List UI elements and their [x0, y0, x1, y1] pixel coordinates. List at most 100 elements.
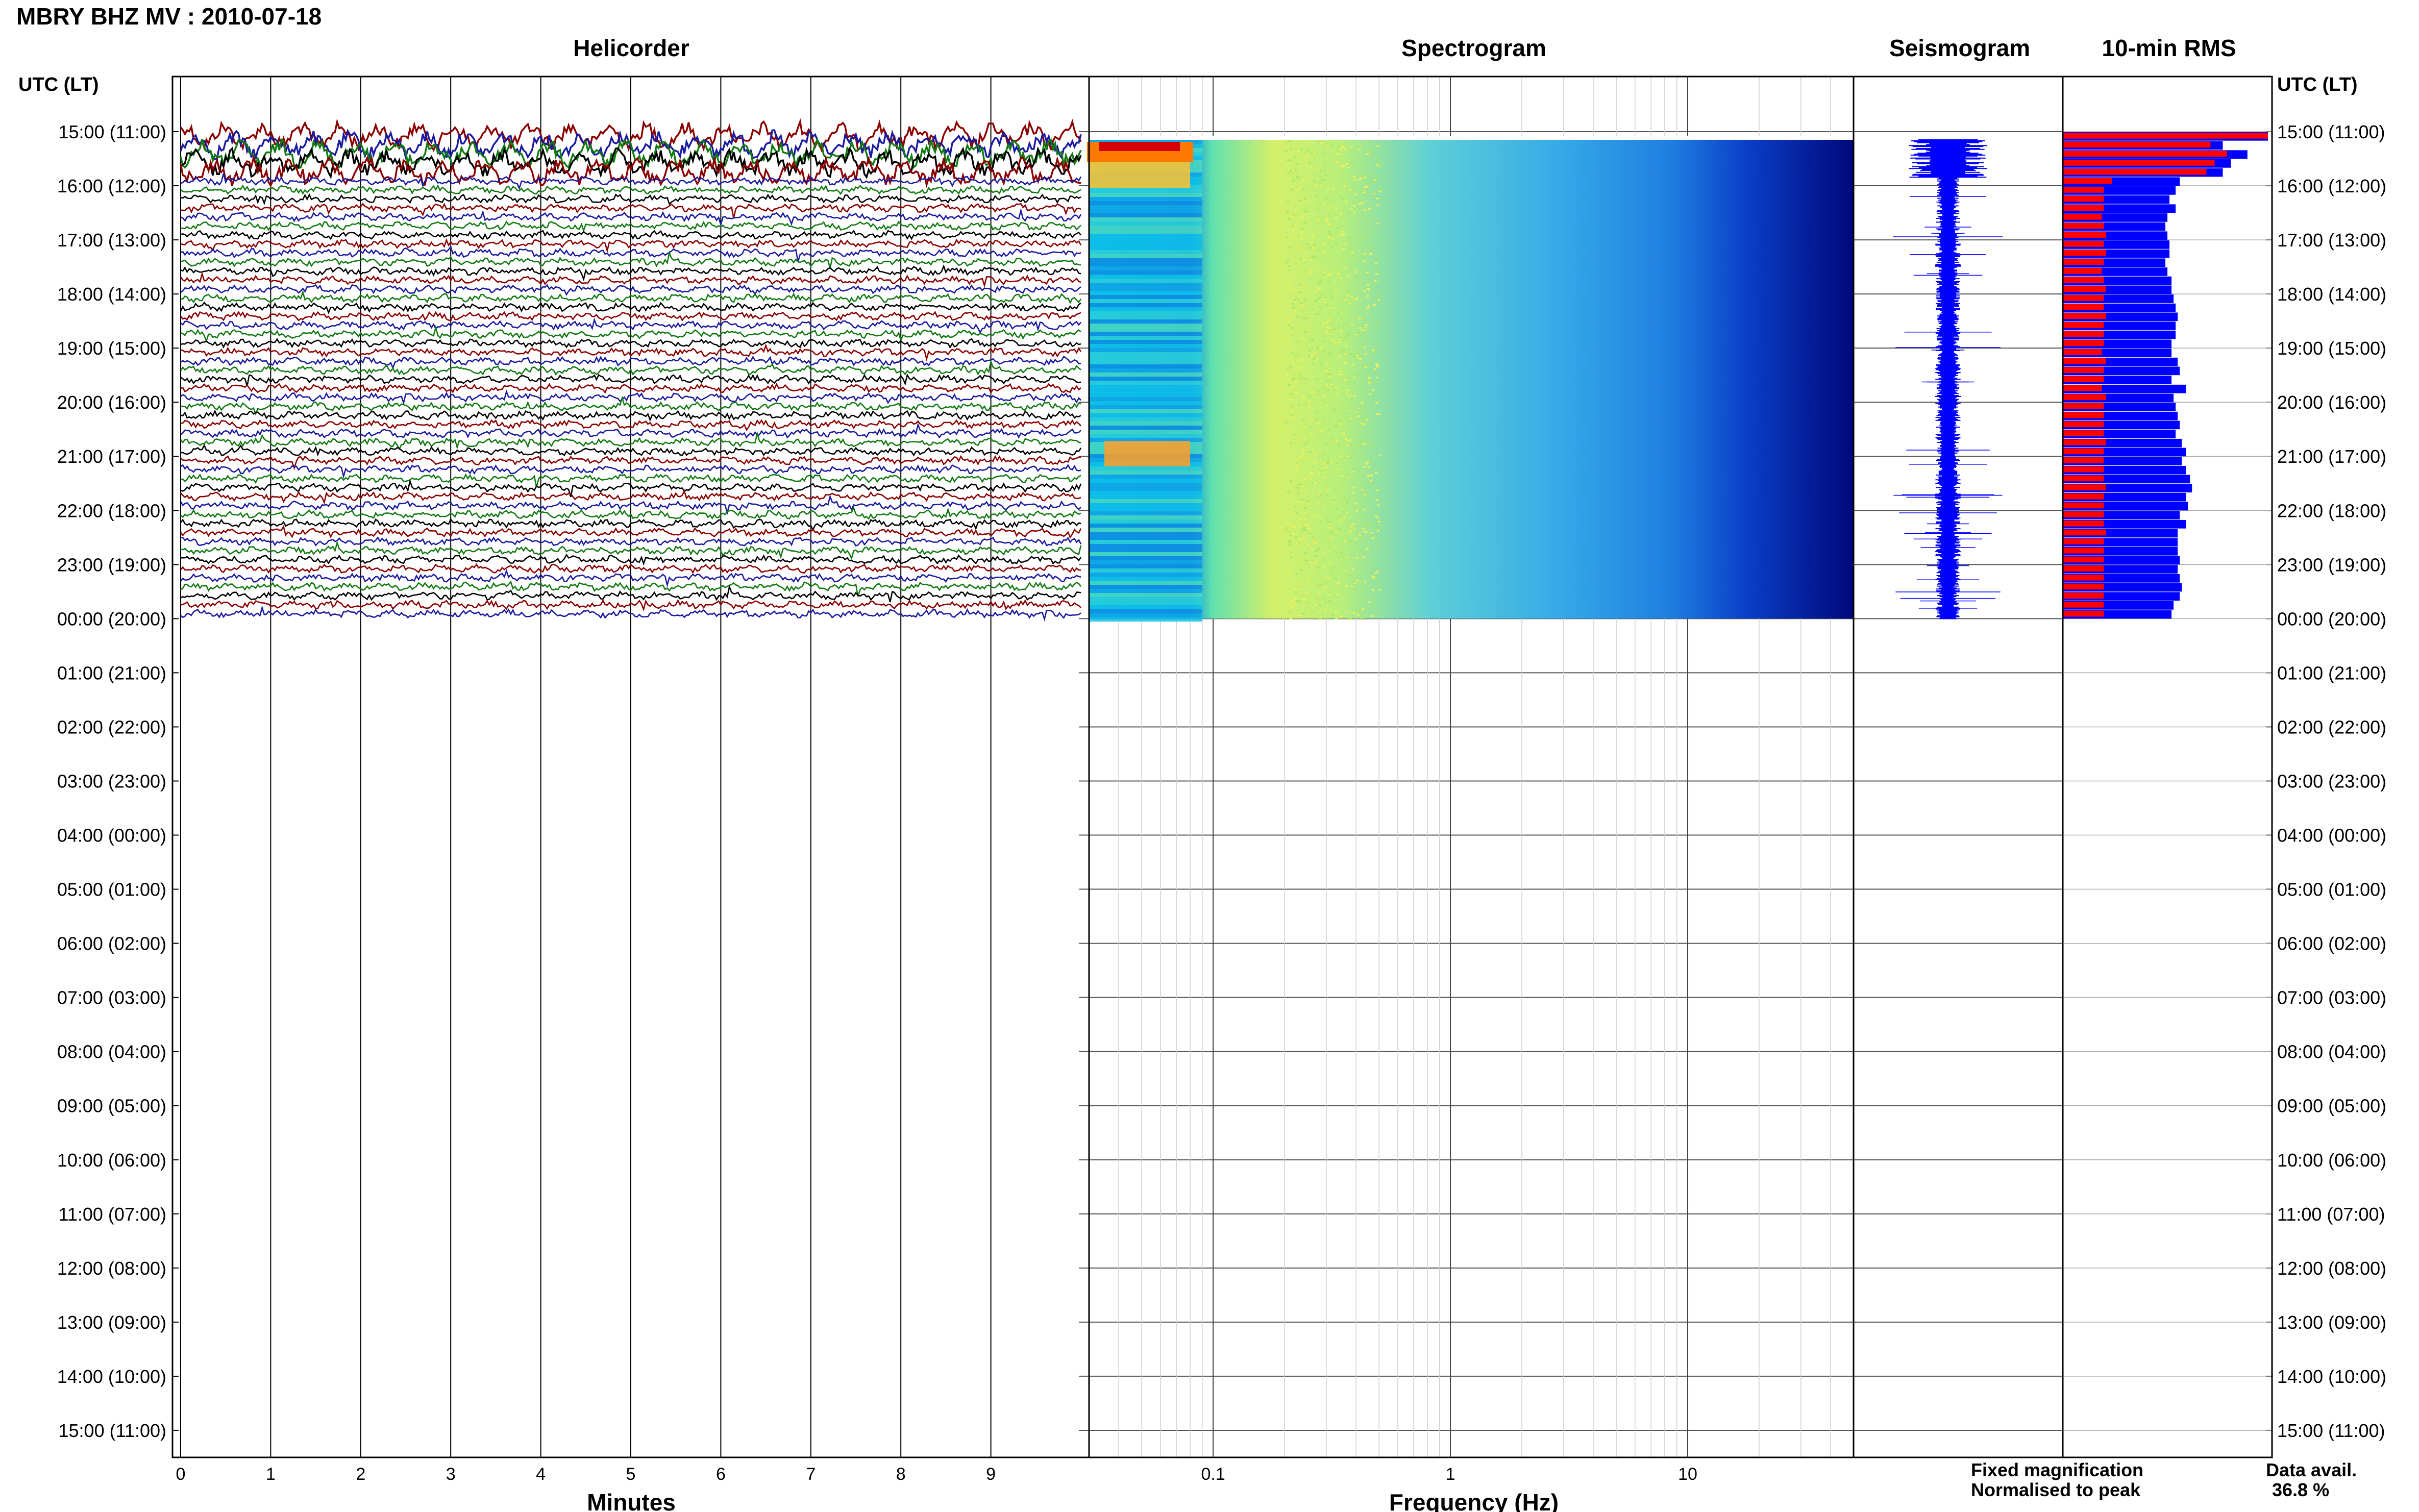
spectrogram-lowfreq-strip: [1089, 226, 1202, 230]
spectrogram-speckle: [1376, 204, 1379, 206]
rms-bar-normalised: [2063, 250, 2106, 256]
spectrogram-speckle: [1332, 500, 1335, 502]
spectrogram-speckle: [1350, 526, 1353, 528]
time-label-right: 18:00 (14:00): [2277, 284, 2386, 305]
spectrogram-speckle: [1292, 361, 1295, 363]
spectrogram-speckle: [1301, 217, 1304, 219]
helicorder-tick-label: 3: [446, 1465, 456, 1484]
spectrogram-speckle: [1335, 617, 1338, 619]
spectrogram-speckle: [1287, 259, 1290, 261]
spectrogram-speckle: [1378, 466, 1381, 468]
spectrogram-speckle: [1302, 259, 1305, 261]
time-label-left: 10:00 (06:00): [57, 1150, 166, 1171]
spectrogram-speckle: [1341, 145, 1344, 147]
spectrogram-speckle: [1367, 469, 1370, 471]
spectrogram-speckle: [1315, 195, 1318, 197]
spectrogram-speckle: [1305, 284, 1308, 286]
rms-bar-normalised: [2063, 592, 2104, 599]
spectrogram-speckle: [1364, 236, 1367, 238]
rms-bar-normalised: [2063, 340, 2104, 346]
spectrogram-speckle: [1298, 249, 1301, 251]
spectrogram-speckle: [1332, 531, 1335, 533]
spectrogram-lowfreq-strip: [1089, 528, 1202, 532]
spectrogram-speckle: [1376, 516, 1379, 518]
spectrogram-speckle: [1361, 618, 1364, 620]
spectrogram-speckle: [1363, 346, 1366, 349]
spectrogram-speckle: [1305, 243, 1309, 245]
spectrogram-speckle: [1302, 499, 1305, 501]
spectrogram-speckle: [1348, 410, 1351, 412]
spectrogram-speckle: [1324, 340, 1327, 342]
spectrogram-speckle: [1317, 548, 1320, 550]
spectrogram-speckle: [1346, 500, 1349, 502]
spectrogram-speckle: [1312, 465, 1315, 467]
rms-bar-normalised: [2063, 529, 2106, 536]
spectrogram-speckle: [1289, 417, 1292, 419]
data-avail-value: 36.8 %: [2272, 1479, 2329, 1500]
spectrogram-speckle: [1376, 320, 1379, 323]
spectrogram-speckle: [1375, 176, 1378, 178]
spectrogram-speckle: [1286, 527, 1289, 529]
spectrogram-speckle: [1321, 273, 1324, 275]
time-label-left: 08:00 (04:00): [57, 1042, 166, 1062]
spectrogram-speckle: [1332, 269, 1336, 271]
spectrogram-speckle: [1320, 494, 1323, 496]
spectrogram-speckle: [1328, 352, 1331, 354]
spectrogram-speckle: [1315, 231, 1318, 233]
spectrogram-speckle: [1370, 424, 1373, 426]
spectrogram-lowfreq-strip: [1089, 201, 1202, 205]
spectrogram-speckle: [1375, 472, 1378, 474]
spectrogram-lowfreq-strip: [1089, 307, 1202, 311]
spectrogram-speckle: [1292, 333, 1295, 335]
spectrogram-speckle: [1364, 366, 1367, 368]
spectrogram-speckle: [1375, 613, 1378, 615]
spectrogram-speckle: [1287, 522, 1290, 524]
spectrogram-speckle: [1325, 576, 1328, 578]
rms-bar-normalised: [2063, 574, 2104, 581]
spectrogram-speckle: [1298, 600, 1301, 602]
spectrogram-speckle: [1305, 143, 1308, 145]
spectrogram-speckle: [1376, 413, 1379, 415]
spectrogram-speckle: [1371, 537, 1374, 539]
rms-bar-normalised: [2063, 547, 2104, 554]
spectrogram-speckle: [1314, 542, 1317, 544]
spectrogram-speckle: [1367, 475, 1370, 477]
rms-bar-normalised: [2063, 511, 2104, 517]
spectrogram-speckle: [1361, 329, 1364, 331]
spectrogram-lowfreq-strip: [1089, 483, 1202, 487]
spectrogram-speckle: [1306, 379, 1309, 381]
time-label-left: 02:00 (22:00): [57, 716, 166, 737]
spectrogram-speckle: [1327, 281, 1330, 283]
spectrogram-lowfreq-strip: [1089, 573, 1202, 577]
spectrogram-speckle: [1337, 150, 1340, 152]
spectrogram-speckle: [1353, 587, 1356, 589]
time-label-right: 00:00 (20:00): [2277, 608, 2386, 629]
spectrogram-speckle: [1329, 376, 1332, 378]
rms-bar-normalised: [2063, 160, 2215, 166]
spectrogram-speckle: [1309, 451, 1312, 453]
spectrogram-speckle: [1302, 338, 1305, 340]
spectrogram-speckle: [1375, 162, 1378, 164]
spectrogram-speckle: [1285, 151, 1288, 153]
spectrogram-speckle: [1344, 267, 1347, 269]
spectrogram-speckle: [1378, 586, 1381, 588]
spectrogram-speckle: [1369, 393, 1372, 395]
spectrogram-gap: [1089, 136, 1854, 140]
spectrogram-lowfreq-strip: [1089, 364, 1202, 368]
spectrogram-speckle: [1376, 197, 1379, 200]
spectrogram-speckle: [1365, 420, 1368, 423]
spectrogram-speckle: [1299, 258, 1302, 260]
spectrogram-speckle: [1317, 501, 1320, 503]
spectrogram-speckle: [1359, 175, 1362, 177]
spectrogram-speckle: [1326, 142, 1329, 144]
spectrogram-speckle: [1378, 589, 1381, 591]
spectrogram-speckle: [1342, 234, 1345, 236]
spectrogram-speckle: [1353, 179, 1356, 181]
spectrogram-speckle: [1378, 301, 1381, 303]
spectrogram-speckle: [1335, 531, 1338, 533]
spectrogram-speckle: [1286, 341, 1289, 343]
spectrogram-speckle: [1354, 193, 1357, 195]
rms-bar-normalised: [2063, 466, 2104, 473]
spectrogram-speckle: [1370, 475, 1373, 477]
spectrogram-speckle: [1303, 490, 1306, 492]
